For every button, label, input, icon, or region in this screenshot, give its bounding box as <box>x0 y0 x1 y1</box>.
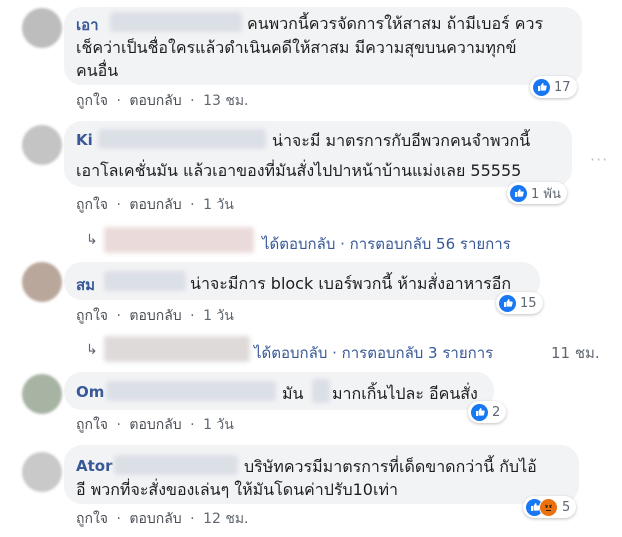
commenter-name[interactable]: Om <box>76 383 104 401</box>
reply-arrow-icon: ↳ <box>86 342 98 358</box>
more-options-icon[interactable]: ··· <box>590 150 608 169</box>
angry-icon <box>539 497 558 517</box>
like-icon <box>471 403 488 421</box>
redacted-word <box>312 379 330 403</box>
commenter-name[interactable]: เอา <box>76 13 99 37</box>
reaction-count[interactable]: 2 <box>468 401 507 423</box>
like-link[interactable]: ถูกใจ <box>76 93 108 109</box>
comment-text: อี พวกที่จะสั่งของเล่นๆ ให้มันโดนค่าปรับ… <box>76 480 398 499</box>
avatar[interactable] <box>22 452 62 492</box>
comment-text: มัน <box>282 384 304 403</box>
redacted-name <box>114 455 238 475</box>
comment-text: มากเกิ้นไปละ อีคนสั่ง <box>332 384 478 403</box>
timestamp[interactable]: 1 วัน <box>203 308 234 324</box>
reply-arrow-icon: ↳ <box>86 232 98 248</box>
timestamp[interactable]: 12 ชม. <box>203 511 248 527</box>
commenter-name[interactable]: สม <box>76 273 95 297</box>
comment-text: เอาโลเคชั่นมัน แล้วเอาของที่มันสั่งไปปาห… <box>76 161 522 180</box>
like-link[interactable]: ถูกใจ <box>76 308 108 324</box>
comment-text: เช็คว่าเป็นชื่อใครแล้วดำเนินคดีให้สาสม ม… <box>76 38 517 57</box>
reply-link[interactable]: ตอบกลับ <box>129 417 181 433</box>
view-replies-link[interactable]: ได้ตอบกลับ · การตอบกลับ 56 รายการ <box>262 232 511 256</box>
comment-actions: ถูกใจ · ตอบกลับ · 1 วัน <box>76 308 234 324</box>
timestamp[interactable]: 1 วัน <box>203 197 234 213</box>
commenter-name[interactable]: Ki <box>76 131 93 149</box>
comment-text: คนอื่น <box>76 61 119 80</box>
redacted-reply-avatar-name <box>104 336 250 362</box>
redacted-name <box>106 381 276 401</box>
like-link[interactable]: ถูกใจ <box>76 511 108 527</box>
avatar[interactable] <box>22 8 62 48</box>
like-icon <box>533 78 550 96</box>
reply-link[interactable]: ตอบกลับ <box>129 197 181 213</box>
comment-actions: ถูกใจ · ตอบกลับ · 13 ชม. <box>76 93 249 109</box>
reply-link[interactable]: ตอบกลับ <box>129 511 181 527</box>
reply-link[interactable]: ตอบกลับ <box>129 308 181 324</box>
comment-text: น่าจะมี มาตรการกับอีพวกคนจำพวกนี้ <box>272 131 531 150</box>
like-icon <box>499 294 516 312</box>
reaction-count[interactable]: 17 <box>530 76 577 98</box>
comment-actions: ถูกใจ · ตอบกลับ · 1 วัน <box>76 417 234 433</box>
comment-text: คนพวกนี้ควรจัดการให้สาสม ถ้ามีเบอร์ ควร <box>247 14 544 33</box>
redacted-name <box>104 271 186 291</box>
reaction-count[interactable]: 1 พัน <box>507 182 567 204</box>
commenter-name[interactable]: Ator <box>76 457 112 475</box>
avatar[interactable] <box>22 125 62 165</box>
timestamp[interactable]: 1 วัน <box>203 417 234 433</box>
reaction-count[interactable]: 5 <box>523 496 577 518</box>
comment-text: บริษัทควรมีมาตรการที่เด็ดขาดกว่านี้ กับไ… <box>244 457 537 476</box>
view-replies-link[interactable]: ได้ตอบกลับ · การตอบกลับ 3 รายการ <box>254 341 493 365</box>
avatar[interactable] <box>22 262 62 302</box>
comment-text: น่าจะมีการ block เบอร์พวกนี้ ห้ามสั่งอาห… <box>190 274 512 293</box>
redacted-reply-avatar-name <box>104 227 254 253</box>
avatar[interactable] <box>22 374 62 414</box>
like-icon <box>510 184 527 202</box>
comment-actions: ถูกใจ · ตอบกลับ · 12 ชม. <box>76 511 249 527</box>
timestamp[interactable]: 13 ชม. <box>203 93 248 109</box>
reply-timestamp: 11 ชม. <box>551 344 600 362</box>
redacted-name <box>110 12 242 32</box>
reply-link[interactable]: ตอบกลับ <box>129 93 181 109</box>
like-link[interactable]: ถูกใจ <box>76 197 108 213</box>
comment-actions: ถูกใจ · ตอบกลับ · 1 วัน <box>76 197 234 213</box>
like-link[interactable]: ถูกใจ <box>76 417 108 433</box>
reaction-count[interactable]: 15 <box>496 292 543 314</box>
redacted-name <box>98 129 266 149</box>
